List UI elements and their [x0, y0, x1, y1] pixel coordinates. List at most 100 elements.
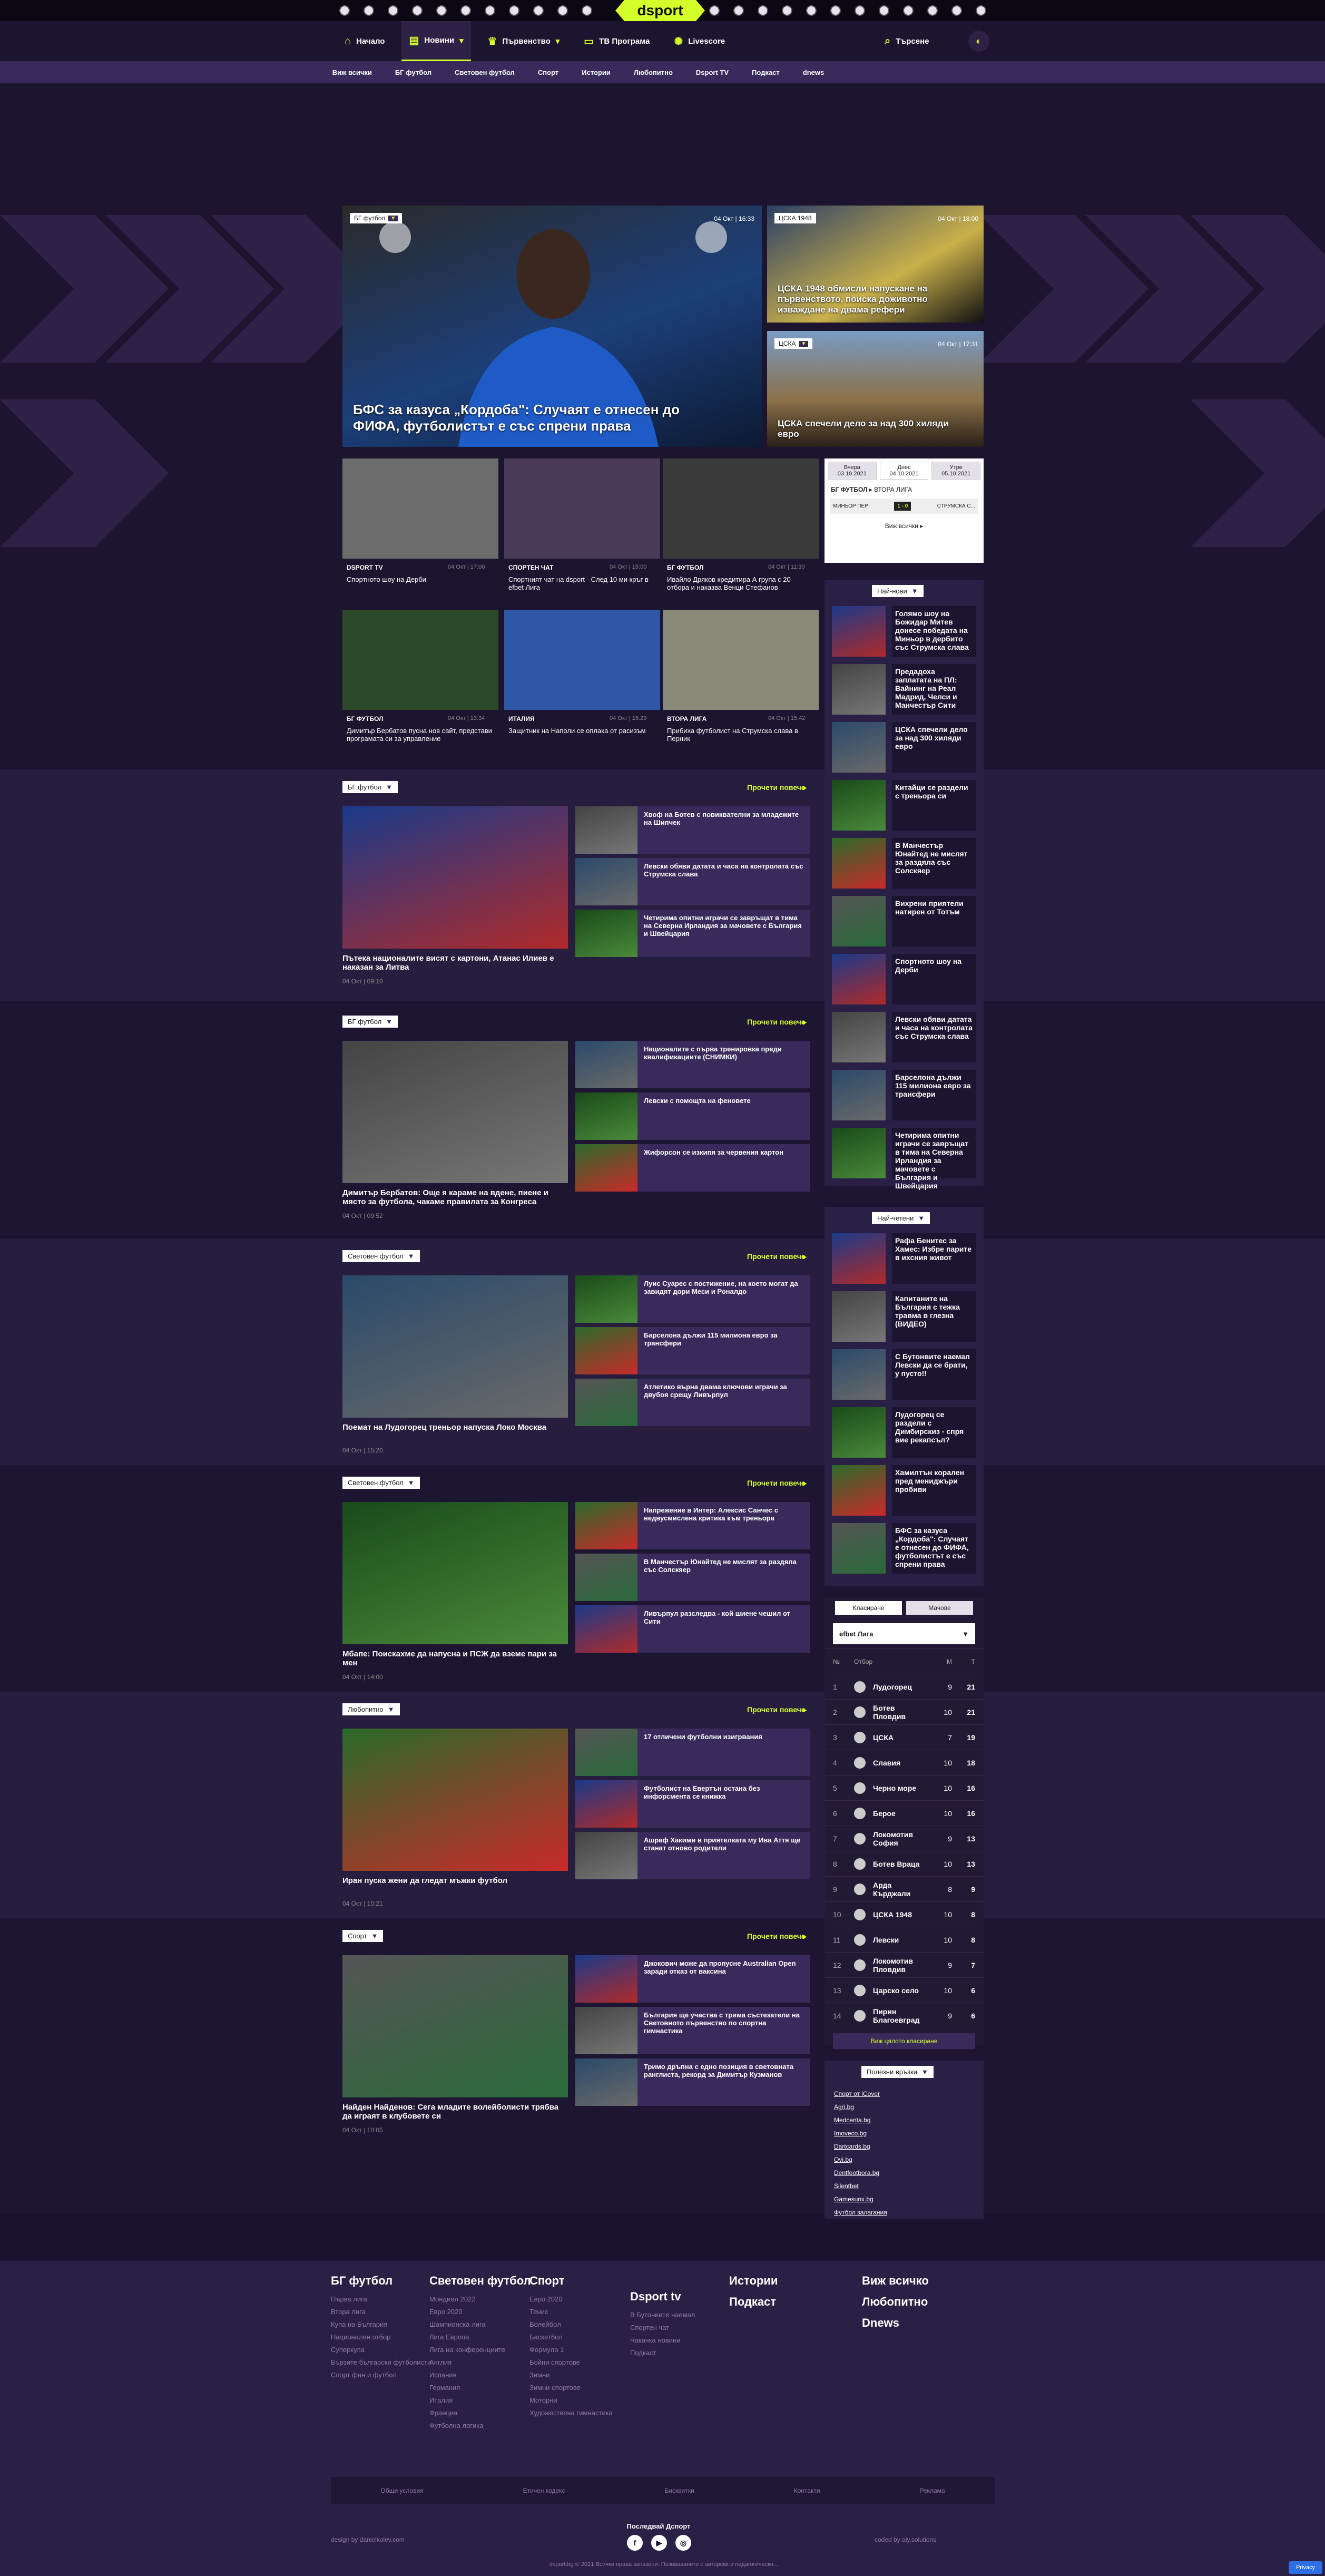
sidebar-news-item[interactable]: Спортното шоу на Дерби	[832, 954, 976, 1004]
hero-right2-title[interactable]: ЦСКА спечели дело за над 300 хиляди евро	[778, 418, 973, 440]
footer-link[interactable]: Подкаст	[630, 2349, 695, 2357]
match-row[interactable]: МИНЬОР ПЕР 1 - 0 СТРУМСКА С...	[830, 499, 978, 514]
read-more-link[interactable]: Прочети повече	[747, 1252, 806, 1261]
sidebar-news-item[interactable]: Китайци се раздели с треньора си	[832, 780, 976, 831]
club-logo[interactable]	[460, 5, 471, 16]
section-tag[interactable]: Любопитно ▼	[342, 1703, 400, 1715]
privacy-button[interactable]: Privacy	[1289, 2561, 1322, 2574]
footer-link[interactable]: Бързите български футболисти	[331, 2358, 431, 2366]
sidebar-news-item[interactable]: С Бутонвите наемал Левски да се брати, у…	[832, 1349, 976, 1400]
section-list-item[interactable]: Луис Суарес с постижение, на което могат…	[575, 1275, 810, 1323]
table-row[interactable]: 13 Царско село 10 6	[825, 1977, 984, 2003]
section-main-image[interactable]	[342, 1275, 568, 1418]
footer-link[interactable]: Испания	[429, 2371, 531, 2379]
section-main-title[interactable]: Пътека националите висят с картони, Атан…	[342, 954, 568, 972]
footer-heading[interactable]: Подкаст	[729, 2295, 776, 2309]
read-more-link[interactable]: Прочети повече	[747, 783, 806, 792]
sidebar-news-item[interactable]: Голямо шоу на Божидар Митев донесе побед…	[832, 606, 976, 657]
section-list-item[interactable]: Хвоф на Ботев с повиквателни за младежит…	[575, 806, 810, 854]
sidebar-news-item[interactable]: Лудогорец се раздели с Димбирскиз - спря…	[832, 1407, 976, 1458]
club-logo[interactable]	[927, 5, 938, 16]
hero-main-title[interactable]: БФС за казуса „Кордоба": Случаят е отнес…	[353, 402, 722, 434]
hero-right1-tag[interactable]: ЦСКА 1948	[774, 213, 816, 223]
club-logo[interactable]	[581, 5, 592, 16]
footer-link[interactable]: Спорт фан и футбол	[331, 2371, 431, 2379]
section-list-item[interactable]: В Манчестър Юнайтед не мислят за раздяла…	[575, 1554, 810, 1601]
club-logo[interactable]	[975, 5, 986, 16]
hero-main-tag[interactable]: БГ футбол ▼	[350, 213, 403, 223]
section-main-image[interactable]	[342, 1955, 568, 2097]
section-main-image[interactable]	[342, 806, 568, 949]
useful-link[interactable]: Imoveco.bg	[834, 2130, 887, 2137]
footer-link[interactable]: Евро 2020	[529, 2295, 613, 2303]
table-row[interactable]: 1 Лудогорец 9 21	[825, 1674, 984, 1699]
footer-heading[interactable]: Любопитно	[862, 2295, 928, 2309]
sidebar-news-item[interactable]: Предадоха заплатата на ПЛ: Вайнинг на Ре…	[832, 664, 976, 715]
table-row[interactable]: 7 Локомотив София 9 13	[825, 1826, 984, 1851]
coder-credit[interactable]: coded by aly.solutions	[875, 2536, 936, 2543]
read-more-link[interactable]: Прочети повече	[747, 1705, 806, 1714]
league-select[interactable]: efbet Лига ▼	[833, 1623, 975, 1644]
section-list-item[interactable]: Ашраф Хакими в приятелката му Ива Аття щ…	[575, 1832, 810, 1879]
footer-heading[interactable]: Истории	[729, 2274, 778, 2288]
hero-right2-tag[interactable]: ЦСКА ▼	[774, 338, 813, 349]
footer-link[interactable]: Купа на България	[331, 2320, 431, 2328]
club-logo[interactable]	[781, 5, 792, 16]
footer-link[interactable]: Зимни спортове	[529, 2384, 613, 2392]
club-logo[interactable]	[757, 5, 768, 16]
subnav-item[interactable]: Dsport TV	[696, 69, 729, 76]
section-list-item[interactable]: Барселона дължи 115 милиона евро за тран…	[575, 1327, 810, 1374]
standings-tab[interactable]: Класиране	[835, 1601, 902, 1615]
useful-link[interactable]: Silentbet	[834, 2182, 887, 2190]
newest-label[interactable]: Най-нови ▼	[872, 585, 924, 597]
table-row[interactable]: 8 Ботев Враца 10 13	[825, 1851, 984, 1876]
table-row[interactable]: 6 Берое 10 16	[825, 1800, 984, 1826]
footer-link[interactable]: Формула 1	[529, 2346, 613, 2354]
section-list-item[interactable]: Жифорсон се изкипя за червения картон	[575, 1144, 810, 1192]
club-logo[interactable]	[484, 5, 495, 16]
facebook-icon[interactable]: f	[627, 2535, 643, 2551]
footer-link[interactable]: Волейбол	[529, 2320, 613, 2328]
section-main-image[interactable]	[342, 1041, 568, 1183]
card-title[interactable]: Прибиха футболист на Струмска слава в Пе…	[667, 727, 814, 743]
news-grid-card[interactable]	[663, 458, 819, 559]
card-title[interactable]: Спортният чат на dsport - След 10 ми кръ…	[508, 575, 656, 591]
footer-link[interactable]: Футболна логика	[429, 2422, 531, 2429]
subnav-item[interactable]: Спорт	[538, 69, 558, 76]
sidebar-news-item[interactable]: Левски обяви датата и часа на контролата…	[832, 1012, 976, 1062]
section-list-item[interactable]: Напрежение в Интер: Алексис Санчес с нед…	[575, 1502, 810, 1549]
standings-tab[interactable]: Мачове	[906, 1601, 973, 1615]
footer-link[interactable]: В Бутонвите наемал	[630, 2311, 695, 2319]
card-title[interactable]: Димитър Бербатов пусна нов сайт, предста…	[347, 727, 494, 743]
footer-link[interactable]: Мондиал 2022	[429, 2295, 531, 2303]
club-logo[interactable]	[363, 5, 374, 16]
useful-link[interactable]: Спорт от iCover	[834, 2090, 887, 2097]
section-tag[interactable]: Световен футбол ▼	[342, 1250, 420, 1262]
youtube-icon[interactable]: ▶	[651, 2535, 667, 2551]
club-logo[interactable]	[411, 5, 423, 16]
nav-item[interactable]: ✺ Livescore	[666, 21, 732, 61]
footer-link[interactable]: Чакачка новини	[630, 2336, 695, 2344]
footer-heading[interactable]: Спорт	[529, 2274, 613, 2288]
subnav-item[interactable]: Подкаст	[752, 69, 780, 76]
footer-link[interactable]: Лига Европа	[429, 2333, 531, 2341]
hero-right1-title[interactable]: ЦСКА 1948 обмисли напускане на първенств…	[778, 284, 973, 315]
date-tab[interactable]: Утре 05.10.2021	[931, 462, 981, 480]
dark-mode-toggle[interactable]: ◐	[968, 31, 989, 52]
footer-link[interactable]: Франция	[429, 2409, 531, 2417]
footer-bottom-link[interactable]: Етичен кодекс	[523, 2487, 565, 2494]
section-tag[interactable]: БГ футбол ▼	[342, 1016, 398, 1028]
dsport-logo[interactable]: dsport	[615, 0, 705, 21]
section-list-item[interactable]: Четирима опитни играчи се завръщат в тим…	[575, 910, 810, 957]
footer-bottom-link[interactable]: Бисквитки	[664, 2487, 694, 2494]
club-logo[interactable]	[557, 5, 568, 16]
useful-link[interactable]: Medcenta.bg	[834, 2116, 887, 2124]
sidebar-news-item[interactable]: В Манчестър Юнайтед не мислят за раздяла…	[832, 838, 976, 889]
useful-link[interactable]: Dartcards.bg	[834, 2143, 887, 2150]
useful-link[interactable]: Gamesunx.bg	[834, 2196, 887, 2203]
news-grid-card[interactable]	[342, 458, 498, 559]
news-grid-card[interactable]	[504, 458, 660, 559]
footer-link[interactable]: Тенис	[529, 2308, 613, 2316]
club-logo[interactable]	[830, 5, 841, 16]
club-logo[interactable]	[709, 5, 720, 16]
